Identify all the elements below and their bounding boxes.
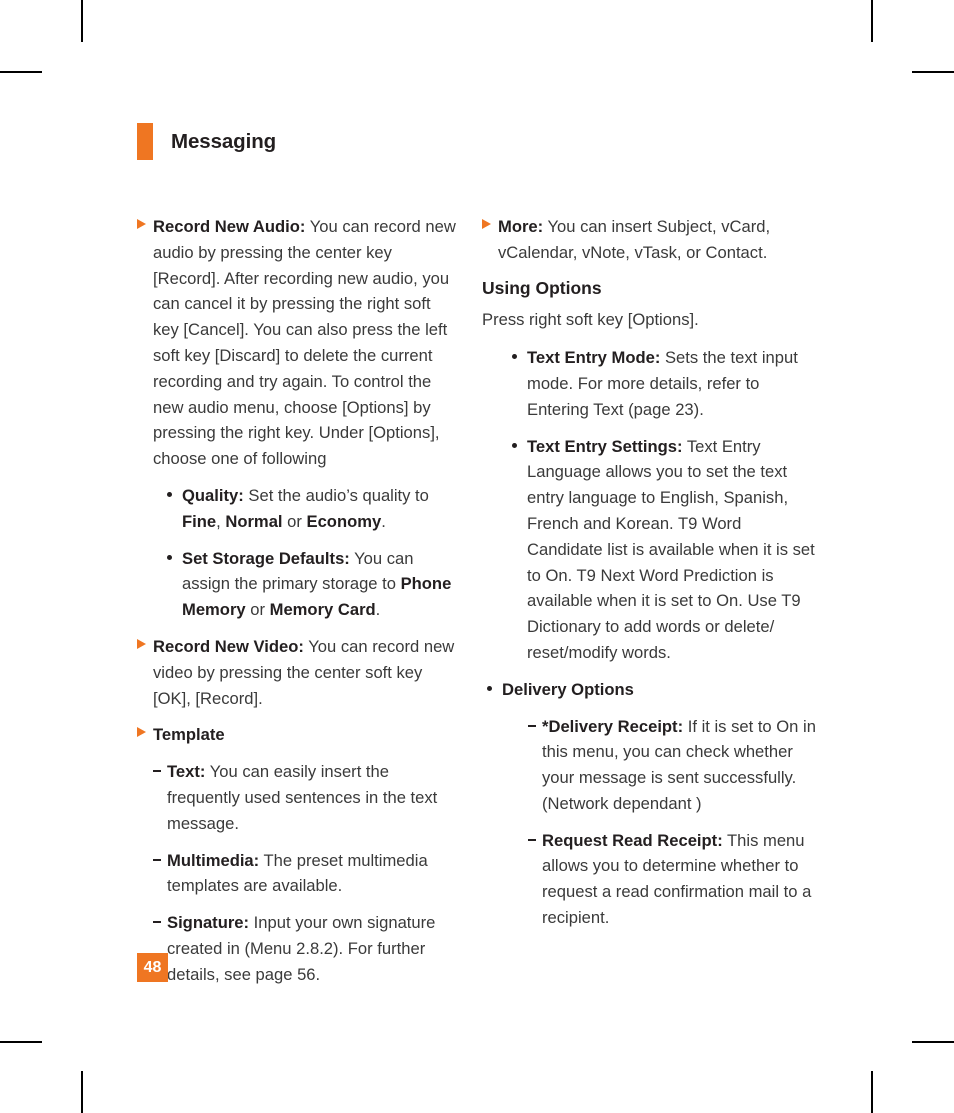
emphasis-text: Economy <box>306 511 382 531</box>
body-text: You can easily insert the frequently use… <box>167 762 438 833</box>
emphasis-text: Normal <box>225 511 283 531</box>
list-item: Template <box>137 722 457 748</box>
manual-page: Messaging Record New Audio: You can reco… <box>0 0 954 1113</box>
triangle-bullet-icon <box>482 219 491 229</box>
triangle-bullet-icon <box>137 219 146 229</box>
list-item: Text Entry Mode: Sets the text input mod… <box>482 345 817 422</box>
list-item: Delivery Options <box>482 677 817 703</box>
dash-bullet-icon <box>528 724 536 727</box>
term-label: Template <box>153 725 225 745</box>
page-header: Messaging <box>137 123 276 160</box>
body-text-run: or <box>245 600 270 620</box>
term-label: Quality: <box>182 485 244 505</box>
emphasis-text: Memory Card <box>269 600 376 620</box>
body-text: Text Entry Language allows you to set th… <box>527 436 815 662</box>
term-label: Text Entry Settings: <box>527 436 683 456</box>
list-item: Record New Video: You can record new vid… <box>137 634 457 711</box>
body-text-run: . <box>375 600 381 620</box>
round-bullet-icon <box>512 442 517 448</box>
term-label: Record New Audio: <box>153 217 306 236</box>
term-label: Text: <box>167 762 206 782</box>
dash-bullet-icon <box>153 770 161 773</box>
list-item: More: You can insert Subject, vCard, vCa… <box>482 214 817 266</box>
list-item: Set Storage Defaults: You can assign the… <box>137 546 457 623</box>
body-text-run: , <box>216 511 226 531</box>
list-item: Record New Audio: You can record new aud… <box>137 214 457 472</box>
round-bullet-icon <box>167 491 172 497</box>
list-item: Request Read Receipt: This menu allows y… <box>482 828 817 931</box>
page-title: Messaging <box>171 129 277 153</box>
term-label: Multimedia: <box>167 850 260 870</box>
triangle-bullet-icon <box>137 638 146 649</box>
list-item: Quality: Set the audio’s quality to Fine… <box>137 483 457 535</box>
dash-bullet-icon <box>153 921 161 924</box>
triangle-bullet-icon <box>137 727 146 738</box>
two-column-body: Record New Audio: You can record new aud… <box>137 214 817 999</box>
body-text-run: or <box>282 511 307 531</box>
list-item: Text Entry Settings: Text Entry Language… <box>482 434 817 666</box>
term-label: Delivery Options <box>502 679 634 699</box>
list-item: Text: You can easily insert the frequent… <box>137 759 457 836</box>
dash-bullet-icon <box>528 838 536 841</box>
term-label: *Delivery Receipt: <box>542 716 684 736</box>
emphasis-text: Fine <box>182 511 217 531</box>
section-heading: Using Options <box>482 277 602 298</box>
term-label: Request Read Receipt: <box>542 830 723 850</box>
paragraph: Press right soft key [Options]. <box>482 310 699 330</box>
right-column: More: You can insert Subject, vCard, vCa… <box>482 214 817 999</box>
round-bullet-icon <box>512 354 517 360</box>
round-bullet-icon <box>167 554 172 560</box>
left-column: Record New Audio: You can record new aud… <box>137 214 457 999</box>
body-text: You can record new audio by pressing the… <box>153 217 456 469</box>
term-label: Set Storage Defaults: <box>182 548 350 568</box>
list-item: Signature: Input your own signature crea… <box>137 910 457 987</box>
term-label: Signature: <box>167 913 250 933</box>
dash-bullet-icon <box>153 858 161 861</box>
term-label: Text Entry Mode: <box>527 348 661 368</box>
body-text-run: Set the audio’s quality to <box>243 485 429 505</box>
term-label: Record New Video: <box>153 636 304 656</box>
list-item: *Delivery Receipt: If it is set to On in… <box>482 714 817 817</box>
term-label: More: <box>498 217 544 236</box>
header-accent-bar <box>137 123 153 160</box>
list-item: Multimedia: The preset multimedia templa… <box>137 848 457 900</box>
body-text-run: . <box>381 511 386 531</box>
page-number-badge: 48 <box>137 953 168 982</box>
round-bullet-icon <box>487 685 492 691</box>
